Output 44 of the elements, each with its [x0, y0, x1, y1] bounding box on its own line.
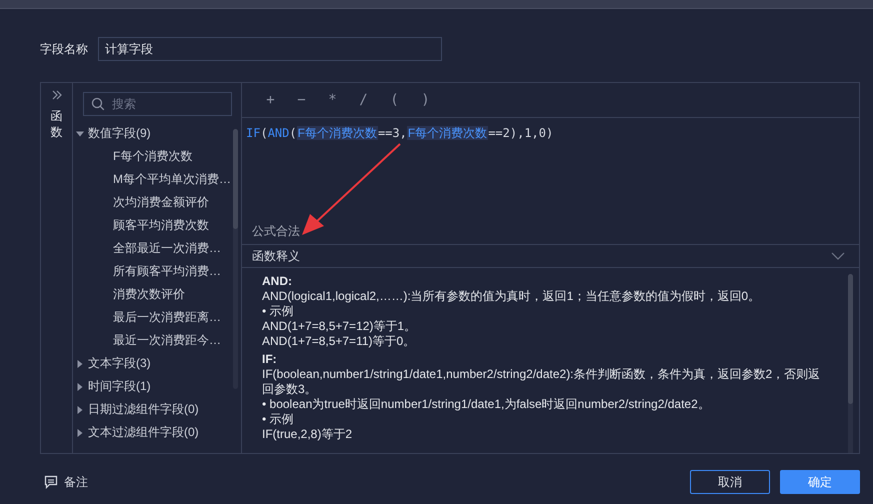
help-text: AND(1+7=8,5+7=12)等于1。: [262, 319, 418, 334]
double-chevron-icon[interactable]: [50, 89, 62, 101]
help-text: AND(logical1,logical2,……):当所有参数的值为真时，返回1；当任意参数的值为假时，返回0。: [262, 289, 762, 304]
formula-editor[interactable]: IF(AND(F每个消费次数==3,F每个消费次数==2),1,0): [242, 118, 859, 223]
field-item[interactable]: 顾客平均消费次数: [73, 214, 241, 237]
field-item[interactable]: 所有顾客平均消费…: [73, 260, 241, 283]
field-group[interactable]: 日期过滤组件字段(0): [73, 398, 241, 421]
operator-button[interactable]: (: [382, 91, 407, 109]
help-text: IF(boolean,number1/string1/date1,number2/string2/date2):条件判断函数，条件为真，返回参数2，否则返回参数3。: [262, 367, 822, 397]
field-item[interactable]: 最近一次消费距今…: [73, 329, 241, 352]
help-title: 函数释义: [252, 248, 300, 264]
operator-button[interactable]: −: [289, 91, 314, 109]
scrollbar-thumb[interactable]: [233, 129, 238, 229]
function-heading: IF:: [262, 352, 278, 367]
help-text: IF(true,2,8)等于2: [262, 427, 354, 442]
help-text: • 示例: [262, 412, 295, 427]
help-text: • boolean为true时返回number1/string1/date1,为false时返回number2/string2/date2。: [262, 397, 711, 412]
operator-button[interactable]: /: [351, 91, 376, 109]
field-name-label: 字段名称: [40, 40, 88, 58]
chevron-down-icon[interactable]: [831, 252, 845, 260]
help-text: AND(1+7=8,5+7=11)等于0。: [262, 334, 416, 349]
field-item[interactable]: 全部最近一次消费…: [73, 237, 241, 260]
field-group[interactable]: 文本字段(3): [73, 352, 241, 375]
field-name-input[interactable]: 计算字段: [98, 37, 442, 61]
field-item[interactable]: 最后一次消费距离…: [73, 306, 241, 329]
note-label[interactable]: 备注: [64, 474, 88, 490]
operator-button[interactable]: +: [258, 91, 283, 109]
search-icon: [91, 97, 105, 111]
field-item[interactable]: M每个平均单次消费…: [73, 168, 241, 191]
field-item[interactable]: F每个消费次数: [73, 145, 241, 168]
cancel-button[interactable]: 取消: [690, 470, 770, 494]
search-field[interactable]: 搜索: [83, 92, 232, 116]
function-heading: AND:: [262, 274, 293, 289]
operator-button[interactable]: ): [413, 91, 438, 109]
operator-button[interactable]: *: [320, 91, 345, 109]
field-group[interactable]: 文本过滤组件字段(0): [73, 421, 241, 444]
comment-icon[interactable]: [44, 475, 58, 489]
functions-tab[interactable]: 函数: [50, 109, 62, 140]
field-item[interactable]: 次均消费金额评价: [73, 191, 241, 214]
scrollbar-thumb[interactable]: [848, 274, 853, 404]
field-item[interactable]: 消费次数评价: [73, 283, 241, 306]
field-group[interactable]: 时间字段(1): [73, 375, 241, 398]
help-text: • 示例: [262, 304, 295, 319]
field-group[interactable]: 数值字段(9): [73, 122, 241, 145]
